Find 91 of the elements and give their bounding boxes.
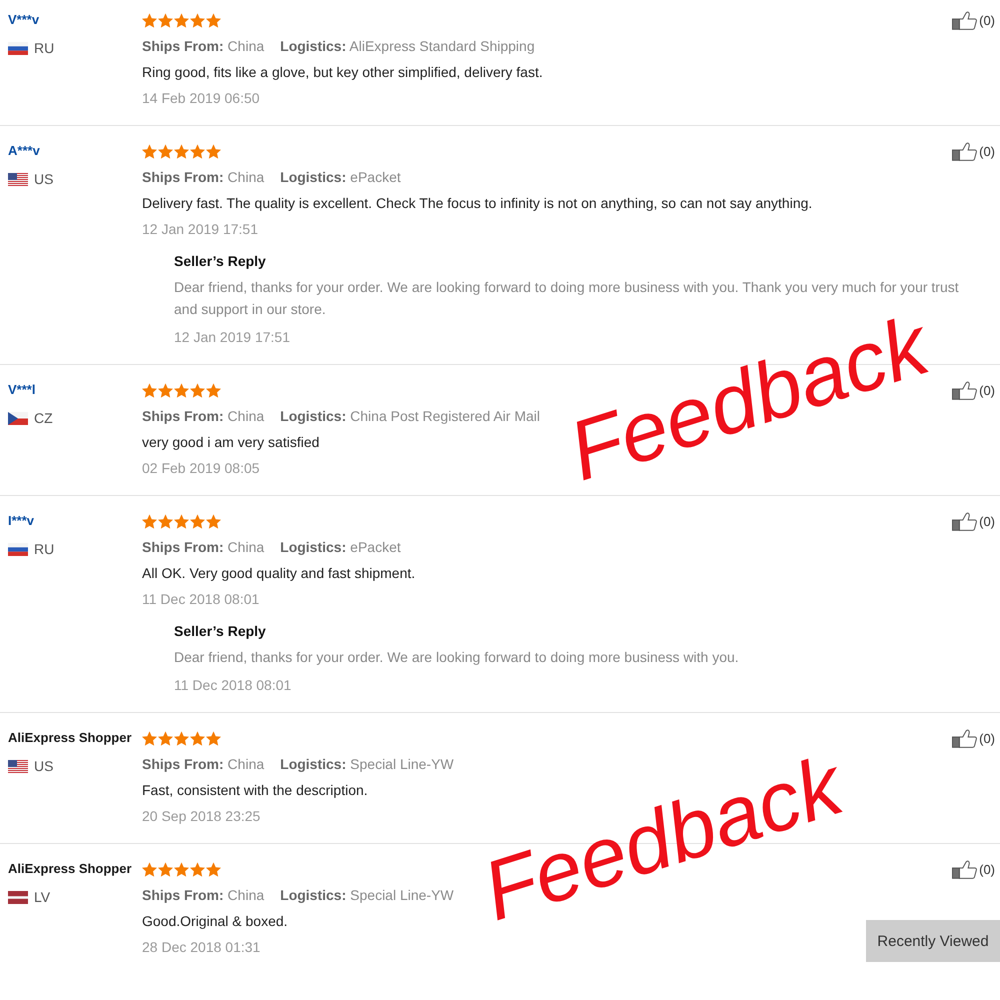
star-icon — [174, 730, 189, 746]
star-icon — [190, 730, 205, 746]
ships-from-info: Ships From: China — [142, 168, 264, 187]
buyer-name: AliExpress Shopper — [8, 729, 132, 747]
star-icon — [206, 514, 221, 528]
star-icon — [142, 12, 157, 28]
review-date: 14 Feb 2019 06:50 — [142, 89, 260, 108]
star-icon — [190, 862, 205, 876]
ships-from-info: Ships From: China — [142, 886, 264, 905]
like-button[interactable]: (0) — [952, 856, 995, 882]
logistics-info: Logistics: Special Line-YW — [280, 886, 454, 905]
star-icon — [174, 144, 189, 158]
logistics-info: Logistics: China Post Registered Air Mail — [280, 407, 540, 426]
reply-date: 12 Jan 2019 17:51 — [174, 328, 290, 347]
flag-icon — [8, 760, 28, 772]
buyer-name[interactable]: V***v — [8, 7, 40, 33]
logistics-info: Logistics: ePacket — [280, 538, 401, 557]
star-icon — [158, 514, 173, 528]
logistics-info: Logistics: ePacket — [280, 168, 401, 187]
star-icon — [190, 514, 205, 528]
star-icon — [158, 382, 173, 398]
review-text: very good i am very satisfied — [142, 433, 320, 452]
reply-title: Seller’s Reply — [174, 622, 266, 641]
star-icon — [158, 144, 173, 158]
star-icon — [158, 12, 173, 28]
star-icon — [158, 862, 173, 876]
review-text: Fast, consistent with the description. — [142, 781, 368, 800]
star-icon — [206, 144, 221, 158]
star-icon — [158, 730, 173, 746]
logistics-info: Logistics: AliExpress Standard Shipping — [280, 37, 535, 56]
review-text: Delivery fast. The quality is excellent. Check The focus to infinity is not on anything, so can not say anything. — [142, 194, 812, 213]
country-code: RU — [34, 540, 54, 559]
country-code: CZ — [34, 409, 53, 428]
star-icon — [142, 730, 157, 746]
star-icon — [142, 382, 157, 398]
ships-from-info: Ships From: China — [142, 538, 264, 557]
thumbs-up-icon — [952, 10, 978, 30]
review-text: Good.Original & boxed. — [142, 912, 288, 931]
review-text: Ring good, fits like a glove, but key other simplified, delivery fast. — [142, 63, 543, 82]
star-icon — [206, 12, 221, 28]
reply-text: Dear friend, thanks for your order. We are looking forward to doing more business with you. Thank you very much for your trust and support in our store. — [174, 278, 960, 318]
reply-text: Dear friend, thanks for your order. We are looking forward to doing more business with you. — [174, 648, 740, 667]
thumbs-up-icon — [952, 380, 978, 400]
star-icon — [142, 144, 157, 158]
star-icon — [206, 730, 221, 746]
flag-icon — [8, 172, 28, 186]
flag-icon — [8, 42, 28, 54]
flag-icon — [8, 890, 28, 904]
recently-viewed-button[interactable]: Recently Viewed — [866, 920, 1000, 962]
like-button[interactable]: (0) — [952, 508, 995, 534]
star-icon — [174, 862, 189, 876]
star-icon — [174, 514, 189, 528]
reply-date: 11 Dec 2018 08:01 — [174, 676, 292, 695]
review-date: 11 Dec 2018 08:01 — [142, 590, 260, 609]
buyer-name: AliExpress Shopper — [8, 860, 132, 878]
logistics-info: Logistics: Special Line-YW — [280, 755, 454, 774]
star-icon — [206, 382, 221, 398]
review-date: 28 Dec 2018 01:31 — [142, 938, 260, 957]
review-date: 20 Sep 2018 23:25 — [142, 807, 260, 826]
review-date: 02 Feb 2019 08:05 — [142, 459, 260, 478]
like-button[interactable]: (0) — [952, 138, 995, 164]
buyer-name[interactable]: A***v — [8, 138, 40, 164]
country-code: LV — [34, 888, 50, 907]
thumbs-up-icon — [952, 512, 978, 530]
reply-title: Seller’s Reply — [174, 252, 266, 271]
country-code: US — [34, 757, 54, 776]
star-icon — [190, 12, 205, 28]
review-date: 12 Jan 2019 17:51 — [142, 220, 258, 239]
buyer-name[interactable]: I***v — [8, 508, 34, 534]
country-code: US — [34, 170, 54, 189]
star-icon — [142, 514, 157, 528]
star-icon — [174, 382, 189, 398]
star-icon — [190, 144, 205, 158]
ships-from-info: Ships From: China — [142, 755, 264, 774]
like-button[interactable]: (0) — [952, 725, 995, 751]
ships-from-info: Ships From: China — [142, 407, 264, 426]
star-icon — [174, 12, 189, 28]
flag-icon — [8, 542, 28, 556]
star-icon — [206, 862, 221, 876]
thumbs-up-icon — [952, 142, 978, 160]
star-icon — [190, 382, 205, 398]
ships-from-info: Ships From: China — [142, 37, 264, 56]
star-icon — [142, 862, 157, 876]
thumbs-up-icon — [952, 860, 978, 878]
review-text: All OK. Very good quality and fast shipment. — [142, 564, 416, 583]
country-code: RU — [34, 39, 54, 58]
like-button[interactable]: (0) — [952, 7, 995, 33]
buyer-name[interactable]: V***l — [8, 377, 36, 403]
thumbs-up-icon — [952, 728, 978, 748]
flag-icon — [8, 412, 28, 424]
like-button[interactable]: (0) — [952, 377, 995, 403]
